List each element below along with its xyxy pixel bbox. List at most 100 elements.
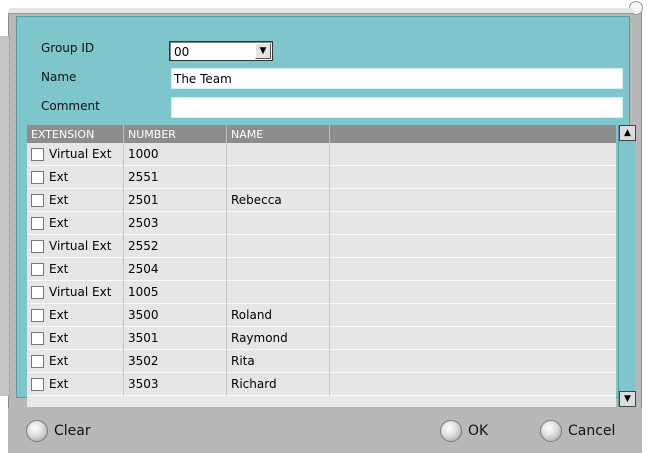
table-row[interactable]: Ext 2504: [27, 258, 616, 281]
extension-type: Ext: [49, 262, 69, 276]
name-cell: Rebecca: [227, 189, 330, 212]
clear-button[interactable]: Clear: [26, 420, 91, 442]
group-id-label: Group ID: [41, 41, 95, 55]
select-checkbox[interactable]: [31, 309, 44, 322]
number-cell: 2551: [124, 166, 227, 189]
extension-cell: Ext: [27, 166, 124, 189]
vertical-scrollbar[interactable]: ▲ ▼: [618, 125, 636, 407]
table-row[interactable]: Ext 3500 Roland: [27, 304, 616, 327]
chevron-down-icon[interactable]: ▼: [255, 43, 271, 59]
number-cell: 3501: [124, 327, 227, 350]
name-cell: [227, 166, 330, 189]
extension-cell: Ext: [27, 258, 124, 281]
blank-cell: [330, 143, 616, 166]
number-cell: 3500: [124, 304, 227, 327]
group-id-value: 00: [174, 45, 190, 59]
comment-label: Comment: [41, 99, 100, 113]
extension-type: Ext: [49, 170, 69, 184]
group-panel: Group ID 00 ▼ Name The Team Comment EXTE…: [16, 16, 636, 407]
comment-field[interactable]: [171, 97, 623, 118]
name-cell: [227, 281, 330, 304]
extension-cell: Virtual Ext: [27, 143, 124, 166]
extension-type: Ext: [49, 308, 69, 322]
select-checkbox[interactable]: [31, 355, 44, 368]
number-cell: 2501: [124, 189, 227, 212]
name-cell: Raymond: [227, 327, 330, 350]
extension-table: EXTENSION NUMBER NAME Virtual Ext 1000 Ex…: [27, 125, 616, 407]
blank-cell: [330, 258, 616, 281]
select-checkbox[interactable]: [31, 378, 44, 391]
column-header-number[interactable]: NUMBER: [124, 125, 227, 143]
select-checkbox[interactable]: [31, 148, 44, 161]
name-cell: Roland: [227, 304, 330, 327]
radio-knob-icon: [440, 420, 462, 442]
name-cell: Rita: [227, 350, 330, 373]
extension-cell: Ext: [27, 304, 124, 327]
name-cell: Richard: [227, 373, 330, 396]
column-header-name[interactable]: NAME: [227, 125, 330, 143]
table-row[interactable]: Virtual Ext 2552: [27, 235, 616, 258]
extension-cell: Ext: [27, 327, 124, 350]
table-row[interactable]: Virtual Ext 1000: [27, 143, 616, 166]
group-id-select[interactable]: 00 ▼: [169, 41, 273, 61]
select-checkbox[interactable]: [31, 332, 44, 345]
extension-type: Virtual Ext: [49, 239, 112, 253]
table-row[interactable]: Ext 2501 Rebecca: [27, 189, 616, 212]
select-checkbox[interactable]: [31, 171, 44, 184]
column-header-extension[interactable]: EXTENSION: [27, 125, 124, 143]
blank-cell: [330, 327, 616, 350]
table-row[interactable]: Virtual Ext 1005: [27, 281, 616, 304]
number-cell: 1000: [124, 143, 227, 166]
blank-cell: [330, 235, 616, 258]
name-field[interactable]: The Team: [171, 68, 623, 89]
extension-cell: Virtual Ext: [27, 235, 124, 258]
extension-cell: Ext: [27, 189, 124, 212]
select-checkbox[interactable]: [31, 286, 44, 299]
ok-button[interactable]: OK: [440, 420, 488, 442]
blank-cell: [330, 281, 616, 304]
scroll-down-icon[interactable]: ▼: [619, 391, 636, 407]
blank-cell: [330, 212, 616, 235]
number-cell: 2504: [124, 258, 227, 281]
number-cell: 3503: [124, 373, 227, 396]
select-checkbox[interactable]: [31, 240, 44, 253]
left-rail: [0, 36, 10, 396]
name-label: Name: [41, 70, 77, 84]
select-checkbox[interactable]: [31, 217, 44, 230]
extension-cell: Ext: [27, 373, 124, 396]
button-bar: Clear OK Cancel: [8, 408, 642, 453]
clear-label: Clear: [54, 423, 91, 439]
extension-type: Virtual Ext: [49, 147, 112, 161]
select-checkbox[interactable]: [31, 263, 44, 276]
extension-type: Ext: [49, 331, 69, 345]
table-row[interactable]: Ext 3501 Raymond: [27, 327, 616, 350]
column-header-blank: [330, 125, 616, 143]
table-header: EXTENSION NUMBER NAME: [27, 125, 616, 143]
extension-type: Ext: [49, 193, 69, 207]
select-checkbox[interactable]: [31, 194, 44, 207]
blank-cell: [330, 373, 616, 396]
radio-knob-icon: [26, 420, 48, 442]
number-cell: 1005: [124, 281, 227, 304]
table-row[interactable]: Ext 3503 Richard: [27, 373, 616, 396]
table-row[interactable]: Ext 3502 Rita: [27, 350, 616, 373]
cancel-label: Cancel: [568, 423, 616, 439]
blank-cell: [330, 350, 616, 373]
extension-type: Ext: [49, 354, 69, 368]
extension-cell: Ext: [27, 212, 124, 235]
blank-cell: [330, 189, 616, 212]
table-row[interactable]: Ext 2503: [27, 212, 616, 235]
table-row[interactable]: Ext 2551: [27, 166, 616, 189]
extension-cell: Ext: [27, 350, 124, 373]
title-strip: [8, 8, 634, 14]
name-cell: [227, 235, 330, 258]
name-cell: [227, 258, 330, 281]
extension-type: Ext: [49, 216, 69, 230]
extension-type: Virtual Ext: [49, 285, 112, 299]
number-cell: 3502: [124, 350, 227, 373]
scroll-up-icon[interactable]: ▲: [619, 125, 636, 141]
blank-cell: [330, 304, 616, 327]
number-cell: 2503: [124, 212, 227, 235]
extension-type: Ext: [49, 377, 69, 391]
cancel-button[interactable]: Cancel: [540, 420, 615, 442]
